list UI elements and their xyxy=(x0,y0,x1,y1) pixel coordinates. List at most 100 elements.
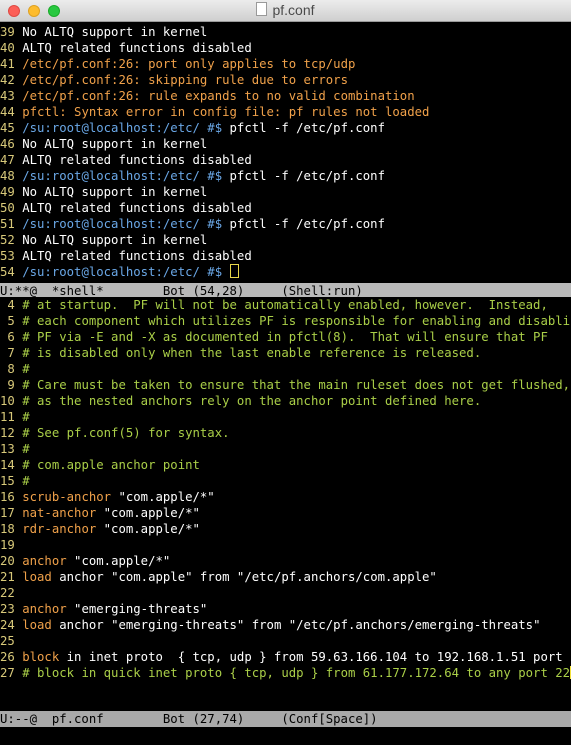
code-text: pfctl: Syntax error in config file: pf r… xyxy=(22,105,430,119)
line-number: 49 xyxy=(0,185,23,199)
code-line: 45 /su:root@localhost:/etc/ #$ pfctl -f … xyxy=(0,120,571,136)
line-number: 17 xyxy=(0,506,23,520)
code-text: ALTQ related functions disabled xyxy=(22,41,252,55)
code-line: 46 No ALTQ support in kernel xyxy=(0,136,571,152)
line-number: 52 xyxy=(0,233,23,247)
code-text: pfctl -f /etc/pf.conf xyxy=(229,121,385,135)
line-number: 26 xyxy=(0,650,23,664)
code-text: # See pf.conf(5) for syntax. xyxy=(22,426,230,440)
code-text: /etc/pf.conf:26: port only applies to tc… xyxy=(22,57,356,71)
code-line: 7 # is disabled only when the last enabl… xyxy=(0,345,571,361)
line-number: 18 xyxy=(0,522,23,536)
code-line: 25 xyxy=(0,633,571,649)
line-number: 44 xyxy=(0,105,23,119)
code-line: 14 # com.apple anchor point xyxy=(0,457,571,473)
code-line: 27 # block in quick inet proto { tcp, ud… xyxy=(0,665,571,681)
code-text: scrub-anchor xyxy=(22,490,119,504)
line-number: 13 xyxy=(0,442,23,456)
code-line: 22 xyxy=(0,585,571,601)
code-line: 49 No ALTQ support in kernel xyxy=(0,184,571,200)
line-number: 27 xyxy=(0,666,23,680)
code-line: 9 # Care must be taken to ensure that th… xyxy=(0,377,571,393)
line-number: 6 xyxy=(0,330,23,344)
code-text: pfctl -f /etc/pf.conf xyxy=(229,169,385,183)
title-bar: pf.conf xyxy=(0,0,571,22)
code-text: # as the nested anchors rely on the anch… xyxy=(22,394,482,408)
line-number: 21 xyxy=(0,570,23,584)
code-text: ALTQ related functions disabled xyxy=(22,249,252,263)
code-line: 54 /su:root@localhost:/etc/ #$ xyxy=(0,264,571,280)
code-text: nat-anchor xyxy=(22,506,104,520)
line-number: 48 xyxy=(0,169,23,183)
line-number: 4 xyxy=(0,298,23,312)
code-line: 51 /su:root@localhost:/etc/ #$ pfctl -f … xyxy=(0,216,571,232)
code-text: No ALTQ support in kernel xyxy=(22,233,208,247)
line-number: 51 xyxy=(0,217,23,231)
code-text: /etc/pf.conf:26: skipping rule due to er… xyxy=(22,73,348,87)
code-text: # is disabled only when the last enable … xyxy=(22,346,482,360)
line-number: 47 xyxy=(0,153,23,167)
code-text: No ALTQ support in kernel xyxy=(22,185,208,199)
code-line: 5 # each component which utilizes PF is … xyxy=(0,313,571,329)
code-text: load xyxy=(22,618,60,632)
window-title-text: pf.conf xyxy=(272,2,315,18)
code-text: No ALTQ support in kernel xyxy=(22,137,208,151)
line-number: 39 xyxy=(0,25,23,39)
code-text: load xyxy=(22,570,60,584)
text-cursor xyxy=(229,264,239,278)
code-line: 41 /etc/pf.conf:26: port only applies to… xyxy=(0,56,571,72)
code-text: No ALTQ support in kernel xyxy=(22,25,208,39)
shell-buffer[interactable]: 39 No ALTQ support in kernel 40 ALTQ rela… xyxy=(0,24,571,283)
line-number: 23 xyxy=(0,602,23,616)
code-text: # xyxy=(22,442,30,456)
line-number: 11 xyxy=(0,410,23,424)
line-number: 8 xyxy=(0,362,23,376)
line-number: 19 xyxy=(0,538,23,552)
code-line: 53 ALTQ related functions disabled xyxy=(0,248,571,264)
line-number: 40 xyxy=(0,41,23,55)
code-text: # com.apple anchor point xyxy=(22,458,200,472)
code-text: # Care must be taken to ensure that the … xyxy=(22,378,571,392)
code-line: 6 # PF via -E and -X as documented in pf… xyxy=(0,329,571,345)
code-line: 23 anchor "emerging-threats" xyxy=(0,601,571,617)
line-number: 50 xyxy=(0,201,23,215)
code-text: ALTQ related functions disabled xyxy=(22,201,252,215)
code-line: 42 /etc/pf.conf:26: skipping rule due to… xyxy=(0,72,571,88)
code-text: anchor "com.apple" from "/etc/pf.anchors… xyxy=(59,570,437,584)
code-line: 52 No ALTQ support in kernel xyxy=(0,232,571,248)
code-text: "com.apple/*" xyxy=(103,506,200,520)
code-text: "emerging-threats" xyxy=(74,602,208,616)
code-text: "com.apple/*" xyxy=(74,554,171,568)
code-text: # xyxy=(22,362,30,376)
code-line: 47 ALTQ related functions disabled xyxy=(0,152,571,168)
line-number: 24 xyxy=(0,618,23,632)
code-text: anchor xyxy=(22,554,75,568)
minibuffer[interactable] xyxy=(0,727,571,745)
code-line: 26 block in inet proto { tcp, udp } from… xyxy=(0,649,571,665)
code-text: /su:root@localhost:/etc/ #$ xyxy=(22,169,230,183)
code-text: "com.apple/*" xyxy=(103,522,200,536)
code-line: 19 xyxy=(0,537,571,553)
line-number: 9 xyxy=(0,378,23,392)
code-text: anchor xyxy=(22,602,75,616)
code-line: 17 nat-anchor "com.apple/*" xyxy=(0,505,571,521)
code-line: 12 # See pf.conf(5) for syntax. xyxy=(0,425,571,441)
code-line: 48 /su:root@localhost:/etc/ #$ pfctl -f … xyxy=(0,168,571,184)
code-line: 11 # xyxy=(0,409,571,425)
code-text: # each component which utilizes PF is re… xyxy=(22,314,571,328)
line-number: 20 xyxy=(0,554,23,568)
code-line: 39 No ALTQ support in kernel xyxy=(0,24,571,40)
line-number: 46 xyxy=(0,137,23,151)
code-line: 44 pfctl: Syntax error in config file: p… xyxy=(0,104,571,120)
editor-buffer[interactable]: 4 # at startup. PF will not be automatic… xyxy=(0,297,571,711)
code-text: ALTQ related functions disabled xyxy=(22,153,252,167)
code-text: in inet proto { tcp, udp } from 59.63.16… xyxy=(66,650,571,664)
code-line: 15 # xyxy=(0,473,571,489)
document-icon xyxy=(256,2,268,16)
code-text: # xyxy=(22,410,30,424)
code-text: # xyxy=(22,474,30,488)
line-number: 5 xyxy=(0,314,23,328)
code-text: # PF via -E and -X as documented in pfct… xyxy=(22,330,548,344)
code-line: 43 /etc/pf.conf:26: rule expands to no v… xyxy=(0,88,571,104)
code-text: # at startup. PF will not be automatical… xyxy=(22,298,548,312)
